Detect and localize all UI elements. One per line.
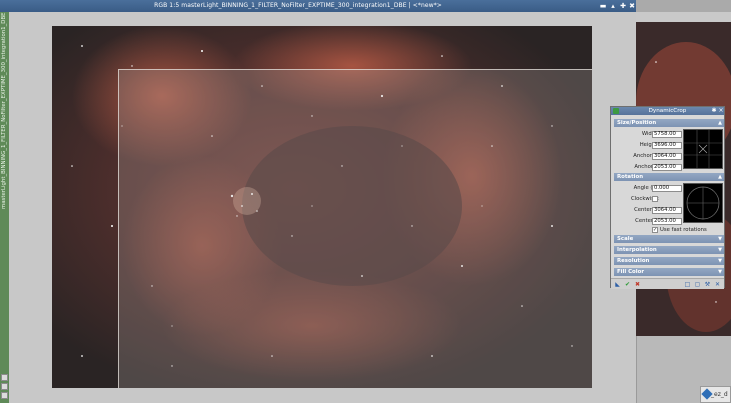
fast-rotations-label: Use fast rotations: [660, 227, 707, 233]
dynamiccrop-panel: DynamicCrop ✱ × Size/Position ▲ Width: 57…: [610, 106, 725, 289]
window-title: RGB 1:5 masterLight_BINNING_1_FILTER_NoF…: [154, 2, 442, 9]
new-instance-icon[interactable]: ◣: [614, 281, 621, 288]
panel-shade-icon[interactable]: ✱: [711, 107, 717, 115]
expand-icon: ▼: [718, 269, 722, 275]
execute-icon[interactable]: ✔: [624, 281, 631, 288]
panel-title: DynamicCrop: [648, 108, 687, 114]
process-icon: [613, 108, 619, 114]
restore-button[interactable]: ▴: [609, 1, 617, 11]
panel-close-icon[interactable]: ×: [718, 107, 724, 115]
document-icon[interactable]: ▢: [694, 281, 701, 288]
section-resolution[interactable]: Resolution ▼: [614, 257, 724, 265]
angle-field[interactable]: 0.000: [652, 185, 682, 192]
center-x-field[interactable]: 3064.00: [652, 207, 682, 214]
center-y-field[interactable]: 2053.00: [652, 218, 682, 225]
section-interpolation-label: Interpolation: [617, 247, 657, 253]
panel-bottom-bar: ◣ ✔ ✖ □ ▢ ⚒ ✕: [611, 278, 724, 289]
expand-icon: ▼: [718, 258, 722, 264]
section-size-position-label: Size/Position: [617, 120, 657, 126]
fast-rotations-checkbox[interactable]: ✓: [652, 227, 658, 233]
section-fill-color-label: Fill Color: [617, 269, 644, 275]
section-rotation-label: Rotation: [617, 174, 644, 180]
rotation-preview[interactable]: [683, 183, 723, 223]
height-field[interactable]: 3696.00: [652, 142, 682, 149]
section-scale[interactable]: Scale ▼: [614, 235, 724, 243]
side-icon-3[interactable]: [1, 392, 8, 399]
expand-icon: ▼: [718, 247, 722, 253]
maximize-button[interactable]: ✚: [619, 1, 627, 11]
reset-all-icon[interactable]: ✕: [714, 281, 721, 288]
section-scale-label: Scale: [617, 236, 634, 242]
window-titlebar[interactable]: RGB 1:5 masterLight_BINNING_1_FILTER_NoF…: [0, 0, 636, 12]
side-icon-1[interactable]: [1, 374, 8, 381]
panel-titlebar[interactable]: DynamicCrop: [611, 107, 724, 115]
wrench-icon[interactable]: ⚒: [704, 281, 711, 288]
rotation-preview-graphic: [686, 186, 720, 220]
width-field[interactable]: 5758.00: [652, 131, 682, 138]
side-icon-2[interactable]: [1, 383, 8, 390]
close-button[interactable]: ✖: [628, 1, 636, 11]
collapse-icon: ▲: [718, 120, 722, 126]
reset-icon[interactable]: □: [684, 281, 691, 288]
section-rotation[interactable]: Rotation ▲: [614, 173, 724, 181]
section-fill-color[interactable]: Fill Color ▼: [614, 268, 724, 276]
anchor-y-field[interactable]: 2053.00: [652, 164, 682, 171]
shade-button[interactable]: ▬: [599, 1, 607, 11]
size-preview-graphic: [684, 130, 722, 168]
collapse-icon: ▲: [718, 174, 722, 180]
anchor-x-field[interactable]: 3064.00: [652, 153, 682, 160]
background-window-titlebar[interactable]: [636, 0, 731, 12]
section-resolution-label: Resolution: [617, 258, 650, 264]
crop-rectangle[interactable]: [118, 69, 592, 388]
section-interpolation[interactable]: Interpolation ▼: [614, 246, 724, 254]
clockwise-checkbox[interactable]: [652, 196, 658, 202]
cancel-icon[interactable]: ✖: [634, 281, 641, 288]
side-tab-label: masterLight_BINNING_1_FILTER_NoFilter_EX…: [1, 12, 7, 209]
section-size-position[interactable]: Size/Position ▲: [614, 119, 724, 127]
expand-icon: ▼: [718, 236, 722, 242]
size-preview[interactable]: [683, 129, 723, 169]
image-canvas[interactable]: [52, 26, 592, 388]
